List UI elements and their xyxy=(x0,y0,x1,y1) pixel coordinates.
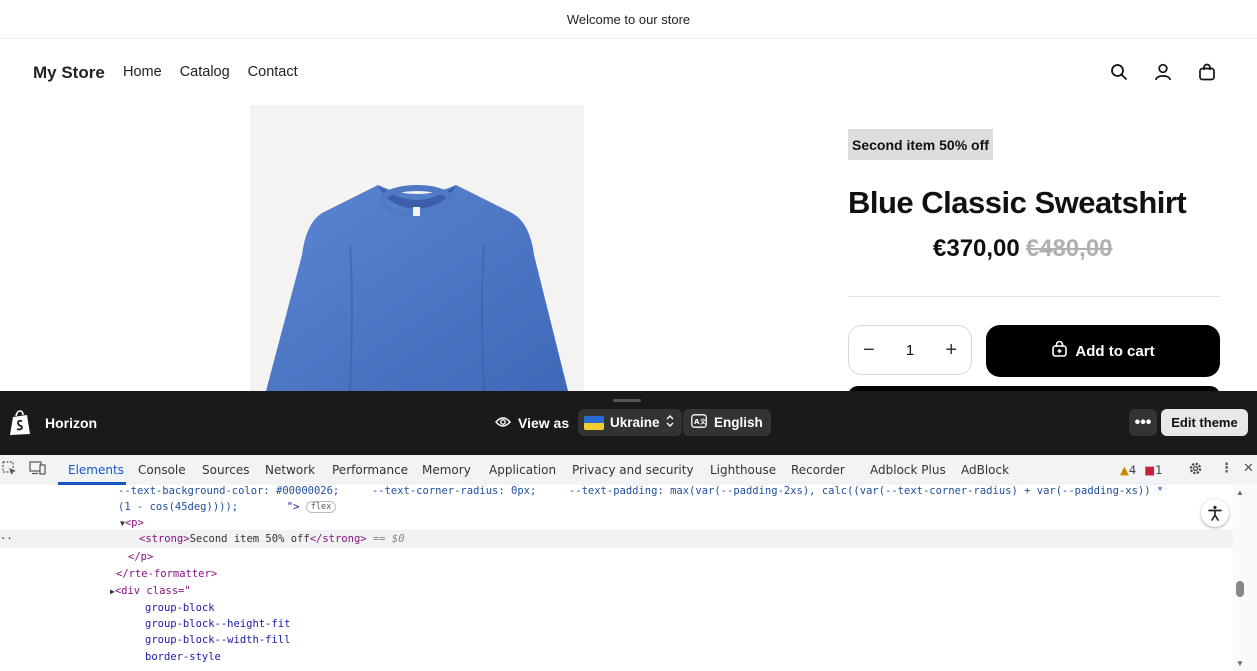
quantity-stepper: − 1 + xyxy=(848,325,972,375)
gear-icon[interactable] xyxy=(1188,461,1203,480)
tag-strong-open: <strong> xyxy=(139,533,190,545)
tab-recorder[interactable]: Recorder xyxy=(791,463,845,477)
attr-close: "> xyxy=(286,501,300,513)
code-line[interactable]: </rte-formatter> xyxy=(116,568,217,580)
tag-strong-close: </strong> xyxy=(309,533,367,545)
country-value: Ukraine xyxy=(610,415,660,430)
translate-icon: A文 xyxy=(691,414,707,431)
css-var-radius: --text-corner-radius: 0px; xyxy=(371,485,537,497)
account-icon[interactable] xyxy=(1153,62,1173,82)
header-icons xyxy=(1109,62,1217,82)
scroll-up-arrow-icon[interactable]: ▲ xyxy=(1236,488,1244,497)
add-to-cart-button[interactable]: Add to cart xyxy=(986,325,1220,377)
more-options-button[interactable]: ••• xyxy=(1129,409,1157,436)
increase-quantity-button[interactable]: + xyxy=(945,339,957,362)
warning-icon: ▲ xyxy=(1120,463,1129,477)
main-nav: Home Catalog Contact xyxy=(123,64,298,80)
announcement-bar: Welcome to our store xyxy=(0,0,1257,39)
tag-p-close: </p> xyxy=(128,551,154,563)
drag-handle[interactable] xyxy=(613,399,641,402)
promo-badge: Second item 50% off xyxy=(848,129,993,160)
add-to-cart-label: Add to cart xyxy=(1075,342,1155,360)
code-line: (1 - cos(45deg)))); "> flex xyxy=(118,501,337,513)
nav-home[interactable]: Home xyxy=(123,64,162,80)
shopify-preview-bar: Horizon View as Ukraine A文 English ••• E… xyxy=(0,391,1257,455)
edit-theme-button[interactable]: Edit theme xyxy=(1161,409,1248,436)
code-line-selected[interactable]: <strong>Second item 50% off</strong> == … xyxy=(139,533,405,545)
cart-icon[interactable] xyxy=(1197,62,1217,82)
class-value: group-block--height-fit xyxy=(145,618,291,630)
nav-catalog[interactable]: Catalog xyxy=(180,64,230,80)
css-var-padding-cont: (1 - cos(45deg)))); xyxy=(118,501,239,513)
tag-rte-close: </rte-formatter> xyxy=(116,568,218,580)
issues-counter[interactable]: ▲4 ■1 xyxy=(1120,463,1162,477)
inspect-element-icon[interactable] xyxy=(2,461,17,480)
tab-elements[interactable]: Elements xyxy=(68,463,124,477)
svg-text:文: 文 xyxy=(699,418,707,426)
tab-memory[interactable]: Memory xyxy=(422,463,471,477)
product-price: €370,00 €480,00 xyxy=(933,235,1113,263)
device-toolbar-icon[interactable] xyxy=(29,461,46,479)
class-value: border-style xyxy=(145,651,221,663)
close-icon[interactable]: ✕ xyxy=(1243,461,1254,476)
kebab-menu-icon[interactable]: ⋮ xyxy=(1220,461,1233,476)
tab-application[interactable]: Application xyxy=(489,463,556,477)
nav-contact[interactable]: Contact xyxy=(248,64,298,80)
quantity-value[interactable]: 1 xyxy=(906,342,914,359)
accessibility-icon[interactable] xyxy=(1201,499,1229,527)
announcement-text: Welcome to our store xyxy=(566,11,691,27)
country-selector[interactable]: Ukraine xyxy=(578,409,682,436)
tab-console[interactable]: Console xyxy=(138,463,186,477)
language-value: English xyxy=(714,415,763,430)
class-value: group-block--width-fill xyxy=(145,634,291,646)
chevron-updown-icon xyxy=(666,415,674,430)
site-header: My Store Home Catalog Contact xyxy=(0,39,1257,105)
code-line[interactable]: </p> xyxy=(128,551,153,563)
store-logo[interactable]: My Store xyxy=(33,63,105,83)
tab-lighthouse[interactable]: Lighthouse xyxy=(710,463,776,477)
warning-count: 4 xyxy=(1128,463,1137,477)
search-icon[interactable] xyxy=(1109,62,1129,82)
scroll-down-arrow-icon[interactable]: ▼ xyxy=(1236,659,1244,668)
ukraine-flag-icon xyxy=(584,415,604,430)
divider xyxy=(848,296,1220,297)
tag-p-open: <p> xyxy=(124,517,144,529)
line-marker: ·· xyxy=(0,533,13,545)
product-image[interactable] xyxy=(250,105,584,391)
code-line[interactable]: ▼<p> xyxy=(120,517,144,529)
eye-icon xyxy=(495,415,511,431)
decrease-quantity-button[interactable]: − xyxy=(863,339,875,362)
strong-text: Second item 50% off xyxy=(189,533,310,545)
devtools-tabbar: Elements Console Sources Network Perform… xyxy=(0,455,1257,486)
compare-price: €480,00 xyxy=(1025,235,1113,262)
code-line: --text-background-color: #00000026; --te… xyxy=(118,485,1163,497)
product-title: Blue Classic Sweatshirt xyxy=(848,185,1187,220)
cart-plus-icon xyxy=(1051,340,1069,362)
error-icon: ■ xyxy=(1144,463,1156,477)
error-count: 1 xyxy=(1155,463,1163,477)
view-as-label: View as xyxy=(495,415,569,431)
theme-name: Horizon xyxy=(45,415,98,431)
tab-adblock[interactable]: AdBlock xyxy=(961,463,1009,477)
tab-performance[interactable]: Performance xyxy=(332,463,408,477)
class-value: group-block xyxy=(145,602,215,614)
css-var-padding: --text-padding: max(var(--padding-2xs), … xyxy=(568,485,1164,497)
flex-badge[interactable]: flex xyxy=(305,501,337,513)
view-as-text: View as xyxy=(518,415,570,431)
tab-adblock-plus[interactable]: Adblock Plus xyxy=(870,463,946,477)
language-selector[interactable]: A文 English xyxy=(683,409,771,436)
tab-sources[interactable]: Sources xyxy=(202,463,249,477)
code-line[interactable]: ▶<div class=" xyxy=(110,585,191,597)
selected-marker: == $0 xyxy=(372,533,405,545)
css-var-bg: --text-background-color: #00000026; xyxy=(118,485,340,497)
tag-div-open: <div class=" xyxy=(114,585,191,597)
shopify-icon xyxy=(9,410,31,441)
tab-network[interactable]: Network xyxy=(265,463,315,477)
sale-price: €370,00 xyxy=(933,235,1020,262)
scrollbar-thumb[interactable] xyxy=(1236,581,1244,597)
devtools-scrollbar[interactable]: ▲ ▼ xyxy=(1233,485,1257,671)
elements-panel: --text-background-color: #00000026; --te… xyxy=(0,485,1257,671)
tab-privacy-and-security[interactable]: Privacy and security xyxy=(572,463,694,477)
